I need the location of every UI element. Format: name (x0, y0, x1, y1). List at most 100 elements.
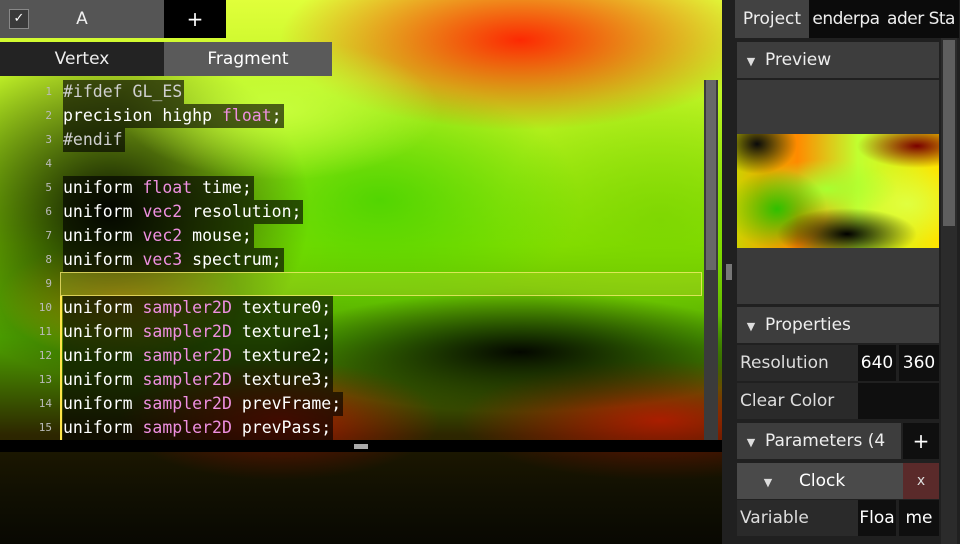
sidebar-scrollbar-thumb[interactable] (943, 40, 955, 226)
code-token: uniform (63, 226, 143, 245)
splitter-grip-icon[interactable] (354, 444, 368, 449)
line-number: 3 (45, 133, 52, 146)
editor-scrollbar-thumb[interactable] (706, 80, 716, 270)
collapse-triangle-icon: ▼ (746, 436, 756, 449)
code-token: vec2 (142, 202, 183, 221)
code-line[interactable]: 12 uniform sampler2D texture2; (0, 344, 702, 368)
code-line[interactable]: 11 uniform sampler2D texture1; (0, 320, 702, 344)
tab-fragment[interactable]: Fragment (164, 42, 332, 76)
tab-vertex[interactable]: Vertex (0, 42, 164, 76)
code-line[interactable]: 7 uniform vec2 mouse; (0, 224, 702, 248)
code-text: uniform sampler2D texture3; (63, 368, 334, 392)
document-tab-bar: ✓ A + (0, 0, 226, 38)
code-line[interactable]: 2 precision highp float; (0, 104, 702, 128)
line-number: 12 (38, 349, 52, 362)
code-token: uniform (63, 178, 143, 197)
code-token: uniform (63, 418, 143, 437)
line-number: 14 (38, 397, 52, 410)
code-text: uniform vec2 resolution; (63, 200, 304, 224)
collapse-triangle-icon: ▼ (746, 55, 756, 68)
clear-color-swatch[interactable] (858, 383, 939, 419)
sidebar-tabs: Project enderpa ader Sta (735, 0, 960, 38)
line-number: 1 (45, 85, 52, 98)
code-text: uniform sampler2D prevFrame; (63, 392, 344, 416)
preview-header[interactable]: ▼ Preview (737, 42, 939, 78)
code-token: sampler2D (142, 394, 232, 413)
code-text: #endif (63, 128, 125, 152)
code-line[interactable]: 6 uniform vec2 resolution; (0, 200, 702, 224)
code-token: uniform (63, 202, 143, 221)
line-number: 15 (38, 421, 52, 434)
collapse-triangle-icon: ▼ (746, 320, 756, 333)
clear-color-row: Clear Color (737, 383, 939, 419)
code-token: uniform (63, 394, 143, 413)
shader-output-lower (0, 452, 722, 544)
document-tab-label: A (76, 9, 88, 29)
code-token: texture0; (231, 298, 332, 317)
code-token: #ifdef GL_ES (63, 82, 183, 101)
resolution-row: Resolution 640 360 (737, 345, 939, 381)
properties-header[interactable]: ▼ Properties (737, 307, 939, 343)
sidebar-resize-grip-icon[interactable] (726, 264, 732, 280)
code-token: sampler2D (142, 298, 232, 317)
code-token: uniform (63, 298, 143, 317)
code-line[interactable]: 14 uniform sampler2D prevFrame; (0, 392, 702, 416)
code-line[interactable]: 3 #endif (0, 128, 702, 152)
parameters-header-label: Parameters (4 (765, 431, 886, 451)
code-token: mouse; (182, 226, 252, 245)
code-token: spectrum; (182, 250, 282, 269)
line-number: 10 (38, 301, 52, 314)
line-number: 13 (38, 373, 52, 386)
add-parameter-button[interactable]: + (903, 423, 939, 459)
code-token: float (142, 178, 193, 197)
code-text: uniform sampler2D texture0; (63, 296, 334, 320)
code-token: prevPass; (231, 418, 332, 437)
code-line[interactable]: 5 uniform float time; (0, 176, 702, 200)
clear-color-label: Clear Color (737, 383, 860, 419)
variable-type-field[interactable]: Floa (858, 500, 896, 536)
properties-header-label: Properties (765, 315, 851, 335)
code-token: uniform (63, 322, 143, 341)
code-text: #ifdef GL_ES (63, 80, 185, 104)
clock-parameter-header[interactable]: ▼ Clock (737, 463, 903, 499)
code-text: uniform vec2 mouse; (63, 224, 254, 248)
code-line[interactable]: 13 uniform sampler2D texture3; (0, 368, 702, 392)
line-number: 8 (45, 253, 52, 266)
variable-row: Variable Floa me (737, 500, 939, 536)
code-line[interactable]: 10 uniform sampler2D texture0; (0, 296, 702, 320)
line-number: 5 (45, 181, 52, 194)
resolution-width-field[interactable]: 640 (858, 345, 896, 381)
document-tab-a[interactable]: ✓ A (0, 0, 164, 38)
code-token: vec2 (142, 226, 183, 245)
code-line[interactable]: 8 uniform vec3 spectrum; (0, 248, 702, 272)
tab-project[interactable]: Project (735, 0, 809, 38)
remove-parameter-button[interactable]: x (903, 463, 939, 499)
editor-scrollbar[interactable] (704, 80, 718, 440)
code-token: sampler2D (142, 346, 232, 365)
tab-renderpass[interactable]: enderpa (809, 0, 883, 38)
code-text: uniform sampler2D texture2; (63, 344, 334, 368)
resolution-label: Resolution (737, 345, 860, 381)
code-token: float (221, 106, 272, 125)
code-line[interactable]: 9 (0, 272, 702, 296)
code-token: texture1; (231, 322, 332, 341)
tab-shader-state[interactable]: ader Sta (883, 0, 959, 38)
code-editor[interactable]: 1 #ifdef GL_ES 2 precision highp float; 3 #en… (0, 80, 702, 440)
variable-name-field[interactable]: me (899, 500, 939, 536)
line-number: 11 (38, 325, 52, 338)
resolution-height-field[interactable]: 360 (899, 345, 939, 381)
code-line[interactable]: 15 uniform sampler2D prevPass; (0, 416, 702, 440)
code-text: precision highp float; (63, 104, 284, 128)
code-token: uniform (63, 250, 143, 269)
line-number: 6 (45, 205, 52, 218)
code-line[interactable]: 4 (0, 152, 702, 176)
line-number: 4 (45, 157, 52, 170)
add-document-tab-button[interactable]: + (164, 0, 226, 38)
variable-label: Variable (737, 500, 860, 536)
line-number: 2 (45, 109, 52, 122)
code-token: sampler2D (142, 418, 232, 437)
code-line[interactable]: 1 #ifdef GL_ES (0, 80, 702, 104)
parameters-header[interactable]: ▼ Parameters (4 (737, 423, 901, 459)
code-token: prevFrame; (231, 394, 342, 413)
code-token: texture3; (231, 370, 332, 389)
